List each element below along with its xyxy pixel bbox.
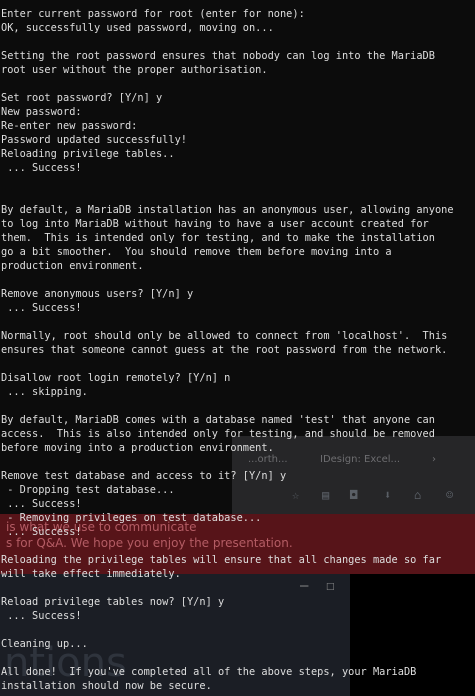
terminal-line: before moving into a production environm… bbox=[1, 442, 274, 454]
terminal-line: Set root password? [Y/n] y bbox=[1, 92, 163, 104]
terminal-line: ... Success! bbox=[1, 526, 82, 538]
terminal-output[interactable]: Enter current password for root (enter f… bbox=[1, 7, 475, 693]
terminal-line: ... Success! bbox=[1, 302, 82, 314]
terminal-line: All done! If you've completed all of the… bbox=[1, 666, 417, 678]
terminal-line: Normally, root should only be allowed to… bbox=[1, 330, 448, 342]
terminal-line: OK, successfully used password, moving o… bbox=[1, 22, 274, 34]
terminal-line: Cleaning up... bbox=[1, 638, 88, 650]
terminal-line: Reload privilege tables now? [Y/n] y bbox=[1, 596, 225, 608]
terminal-line: - Dropping test database... bbox=[1, 484, 175, 496]
terminal-line: ... skipping. bbox=[1, 386, 88, 398]
terminal-line: them. This is intended only for testing,… bbox=[1, 232, 435, 244]
terminal-line: will take effect immediately. bbox=[1, 568, 181, 580]
terminal-line: to log into MariaDB without having to ha… bbox=[1, 218, 429, 230]
terminal-line: Remove test database and access to it? [… bbox=[1, 470, 287, 482]
terminal-line: Reloading the privilege tables will ensu… bbox=[1, 554, 442, 566]
terminal-line: ... Success! bbox=[1, 610, 82, 622]
terminal-line: New password: bbox=[1, 106, 82, 118]
terminal-line: installation should now be secure. bbox=[1, 680, 212, 692]
terminal-line: go a bit smoother. You should remove the… bbox=[1, 246, 392, 258]
terminal-line: Password updated successfully! bbox=[1, 134, 187, 146]
terminal-line: By default, MariaDB comes with a databas… bbox=[1, 414, 435, 426]
terminal-line: production environment. bbox=[1, 260, 144, 272]
terminal-line: Setting the root password ensures that n… bbox=[1, 50, 435, 62]
terminal-line: Reloading privilege tables.. bbox=[1, 148, 175, 160]
terminal-line: Re-enter new password: bbox=[1, 120, 138, 132]
terminal-line: ... Success! bbox=[1, 498, 82, 510]
terminal-line: Remove anonymous users? [Y/n] y bbox=[1, 288, 194, 300]
terminal-line: Enter current password for root (enter f… bbox=[1, 8, 305, 20]
terminal-line: ... Success! bbox=[1, 162, 82, 174]
terminal-line: ensures that someone cannot guess at the… bbox=[1, 344, 448, 356]
terminal-line: root user without the proper authorisati… bbox=[1, 64, 268, 76]
terminal-line: access. This is also intended only for t… bbox=[1, 428, 435, 440]
terminal-line: By default, a MariaDB installation has a… bbox=[1, 204, 454, 216]
terminal-line: - Removing privileges on test database..… bbox=[1, 512, 262, 524]
terminal-line: Disallow root login remotely? [Y/n] n bbox=[1, 372, 231, 384]
